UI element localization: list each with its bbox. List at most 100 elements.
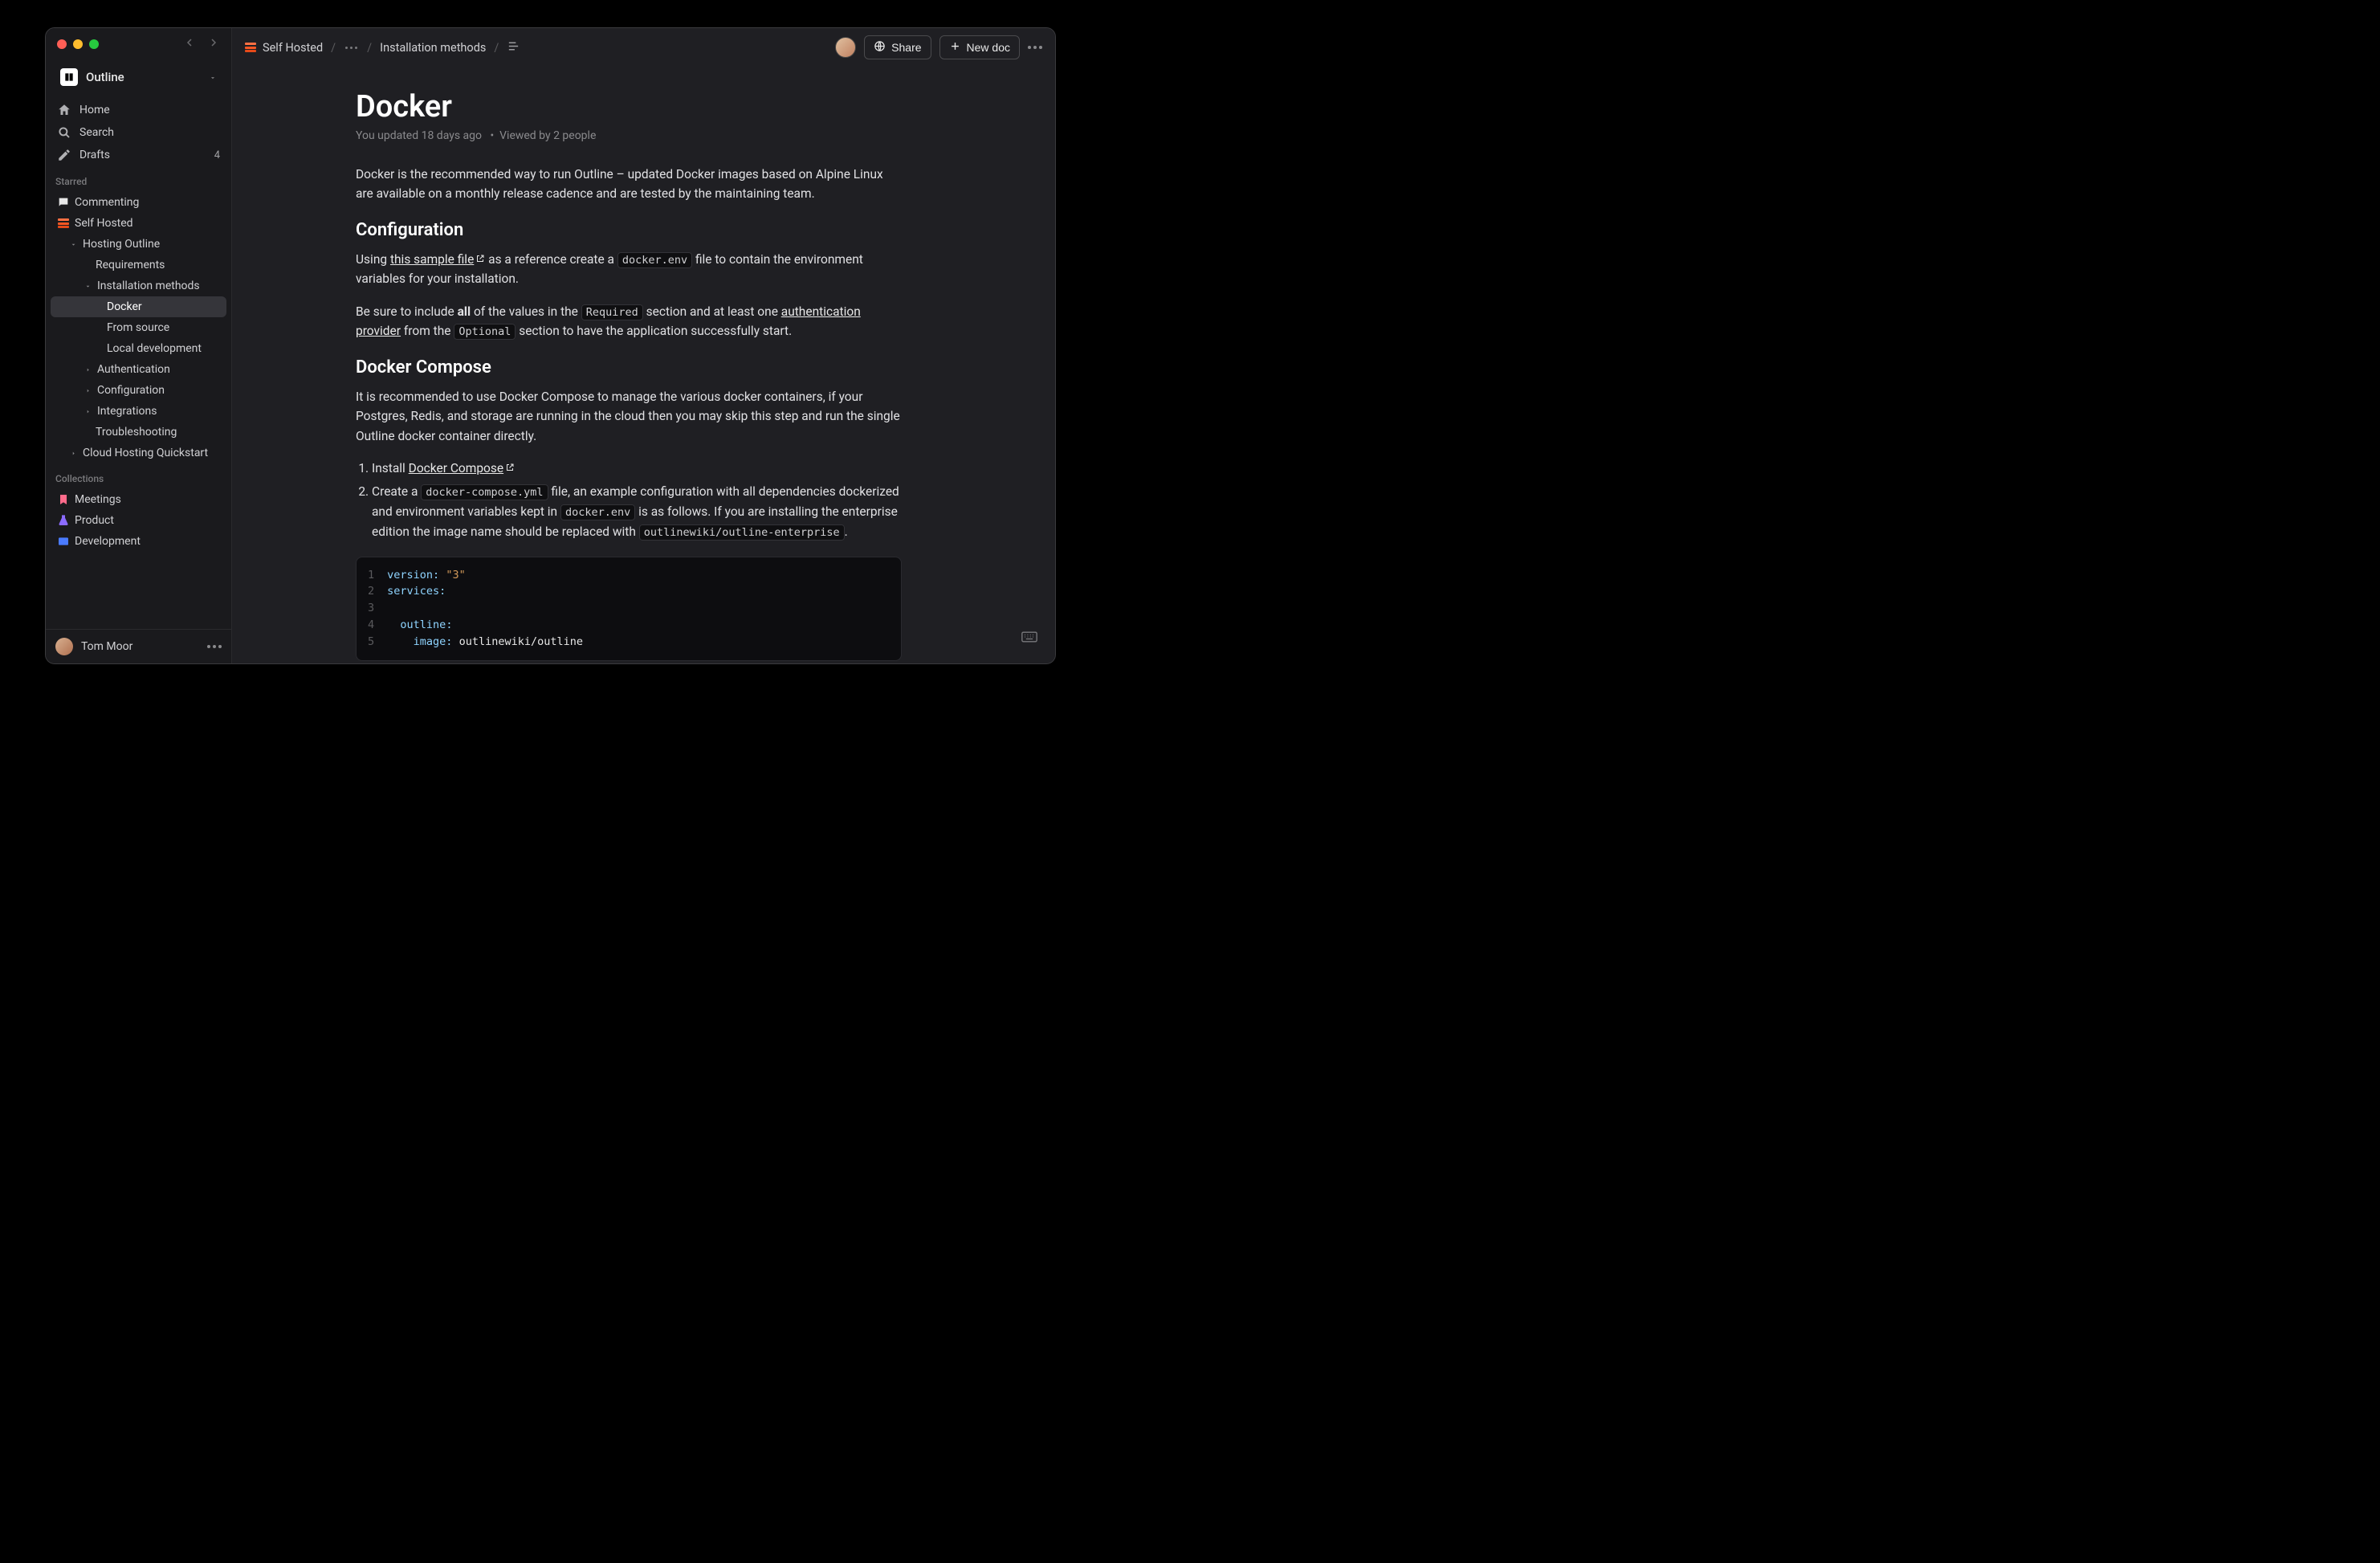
nav-drafts[interactable]: Drafts 4 xyxy=(51,144,226,166)
drafts-count-badge: 4 xyxy=(214,149,220,161)
workspace-logo-icon xyxy=(60,68,78,86)
new-doc-button[interactable]: New doc xyxy=(939,35,1020,59)
inline-code: Optional xyxy=(454,324,516,340)
app-window: Outline Home Search Drafts 4 Starred xyxy=(45,27,1056,664)
tree-integrations[interactable]: Integrations xyxy=(51,401,226,422)
nav-search[interactable]: Search xyxy=(51,121,226,144)
nav-back-button[interactable] xyxy=(183,36,196,52)
tree-item-label: Integrations xyxy=(97,405,157,418)
tree-configuration[interactable]: Configuration xyxy=(51,380,226,401)
breadcrumb-root-label: Self Hosted xyxy=(263,41,323,55)
tree-installation-methods[interactable]: Installation methods xyxy=(51,275,226,296)
starred-item-label: Commenting xyxy=(75,196,139,209)
share-button[interactable]: Share xyxy=(864,35,931,59)
section-starred-label: Starred xyxy=(46,166,231,192)
share-button-label: Share xyxy=(891,41,921,54)
user-name: Tom Moor xyxy=(81,640,199,653)
tree-troubleshooting[interactable]: Troubleshooting xyxy=(51,422,226,443)
search-icon xyxy=(57,125,71,140)
list-item[interactable]: Install Docker Compose xyxy=(372,459,902,479)
ordered-list[interactable]: Install Docker Compose Create a docker-c… xyxy=(356,459,902,541)
breadcrumb-leaf[interactable]: Installation methods xyxy=(380,41,486,55)
collection-meetings[interactable]: Meetings xyxy=(51,489,226,510)
meta-separator: • xyxy=(490,129,494,142)
inline-code: docker.env xyxy=(617,252,692,268)
tree-local-development[interactable]: Local development xyxy=(51,338,226,359)
comment-icon xyxy=(57,196,70,209)
tree-item-label: Hosting Outline xyxy=(83,238,160,251)
starred-commenting[interactable]: Commenting xyxy=(51,192,226,213)
nav-home-label: Home xyxy=(79,104,110,116)
heading-docker-compose[interactable]: Docker Compose xyxy=(356,357,902,377)
nav-forward-button[interactable] xyxy=(207,36,220,52)
user-menu-button[interactable] xyxy=(207,645,222,648)
tree-item-label: Requirements xyxy=(96,259,165,271)
link-sample-file[interactable]: this sample file xyxy=(390,252,485,267)
nav-home[interactable]: Home xyxy=(51,99,226,121)
tree-cloud-hosting[interactable]: Cloud Hosting Quickstart xyxy=(51,443,226,463)
tree-requirements[interactable]: Requirements xyxy=(51,255,226,275)
user-avatar[interactable] xyxy=(55,638,73,655)
code-block[interactable]: 12345 version: "3" services: outline: im… xyxy=(356,557,902,662)
breadcrumb-separator: / xyxy=(367,41,372,55)
tree-from-source[interactable]: From source xyxy=(51,317,226,338)
keyboard-shortcuts-button[interactable] xyxy=(1021,631,1037,646)
paragraph[interactable]: It is recommended to use Docker Compose … xyxy=(356,387,902,446)
caret-right-icon xyxy=(83,408,92,415)
workspace-name: Outline xyxy=(86,70,201,84)
breadcrumb-root[interactable]: Self Hosted xyxy=(245,41,323,55)
meta-viewed: Viewed by 2 people xyxy=(499,129,596,142)
inline-code: outlinewiki/outline-enterprise xyxy=(639,524,845,541)
breadcrumb-overflow-button[interactable] xyxy=(344,47,359,49)
tree-item-label: Troubleshooting xyxy=(96,426,177,439)
main-panel: Self Hosted / / Installation methods / S… xyxy=(232,28,1055,663)
heading-configuration[interactable]: Configuration xyxy=(356,220,902,240)
page-title[interactable]: Docker xyxy=(356,89,902,124)
link-docker-compose[interactable]: Docker Compose xyxy=(409,461,515,475)
document-content: Docker You updated 18 days ago • Viewed … xyxy=(232,67,1055,663)
list-item[interactable]: Create a docker-compose.yml file, an exa… xyxy=(372,482,902,541)
tree-item-label: Cloud Hosting Quickstart xyxy=(83,447,208,459)
paragraph[interactable]: Be sure to include all of the values in … xyxy=(356,302,902,341)
tree-item-label: Local development xyxy=(107,342,202,355)
nav-search-label: Search xyxy=(79,126,114,139)
globe-icon xyxy=(874,40,886,55)
meta-updated: You updated 18 days ago xyxy=(356,129,482,142)
collection-product[interactable]: Product xyxy=(51,510,226,531)
tree-item-label: Installation methods xyxy=(97,280,200,292)
window-fullscreen-button[interactable] xyxy=(89,39,99,49)
home-icon xyxy=(57,103,71,117)
tree-authentication[interactable]: Authentication xyxy=(51,359,226,380)
paragraph[interactable]: Using this sample file as a reference cr… xyxy=(356,250,902,289)
sidebar-footer: Tom Moor xyxy=(46,629,231,663)
caret-right-icon xyxy=(68,450,78,457)
new-doc-button-label: New doc xyxy=(967,41,1010,54)
collection-label: Meetings xyxy=(75,493,121,506)
external-link-icon xyxy=(505,459,515,468)
stack-icon xyxy=(245,43,256,52)
collection-label: Development xyxy=(75,535,141,548)
tree-item-label: Docker xyxy=(107,300,142,313)
external-link-icon xyxy=(475,250,485,259)
plus-icon xyxy=(949,40,961,55)
presence-avatar[interactable] xyxy=(835,37,856,58)
flask-icon xyxy=(57,514,70,527)
page-meta: You updated 18 days ago • Viewed by 2 pe… xyxy=(356,129,902,142)
starred-self-hosted[interactable]: Self Hosted xyxy=(51,213,226,234)
terminal-icon xyxy=(57,535,70,548)
window-close-button[interactable] xyxy=(57,39,67,49)
starred-item-label: Self Hosted xyxy=(75,217,133,230)
toc-toggle-button[interactable] xyxy=(507,39,520,56)
window-minimize-button[interactable] xyxy=(73,39,83,49)
workspace-switcher[interactable]: Outline xyxy=(52,63,225,91)
breadcrumb-separator: / xyxy=(331,41,336,55)
code-gutter: 12345 xyxy=(368,567,374,651)
tree-hosting-outline[interactable]: Hosting Outline xyxy=(51,234,226,255)
paragraph[interactable]: Docker is the recommended way to run Out… xyxy=(356,165,902,204)
page-menu-button[interactable] xyxy=(1028,46,1042,49)
collection-development[interactable]: Development xyxy=(51,531,226,552)
pencil-icon xyxy=(57,148,71,162)
caret-down-icon xyxy=(83,283,92,290)
tree-docker[interactable]: Docker xyxy=(51,296,226,317)
caret-right-icon xyxy=(83,366,92,373)
